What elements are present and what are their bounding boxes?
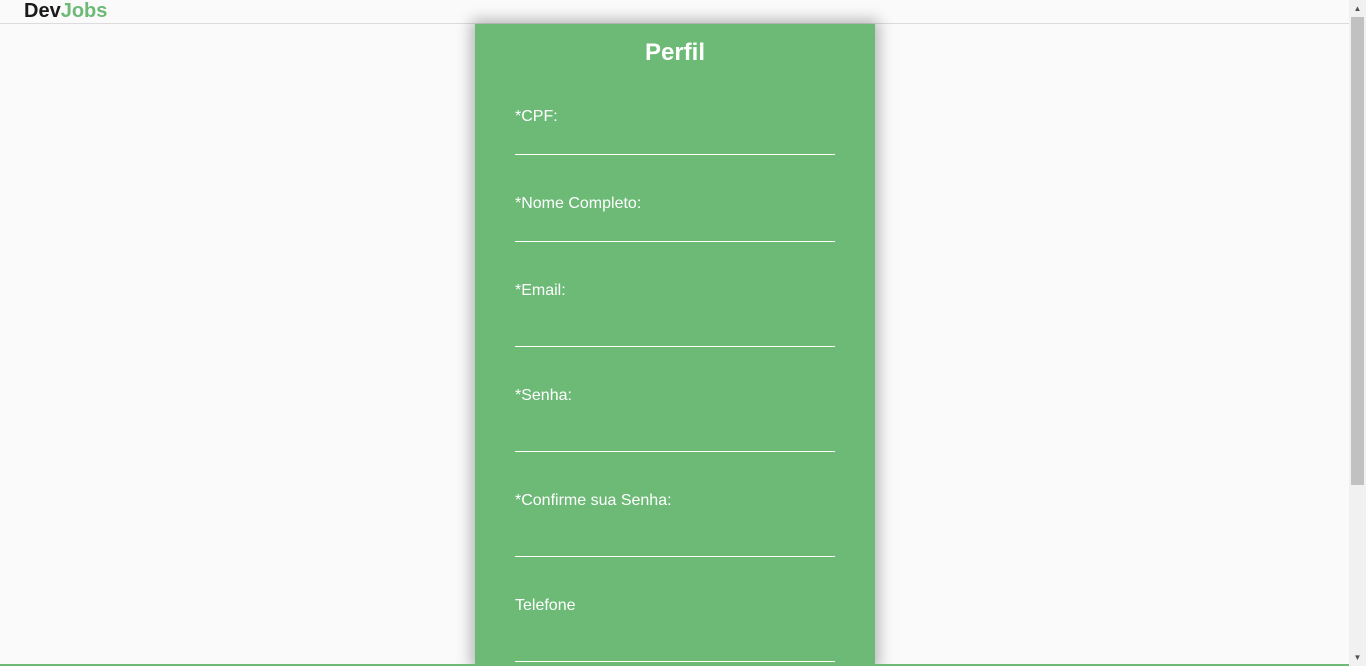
logo-jobs-text: Jobs <box>60 0 108 22</box>
cpf-input[interactable] <box>515 128 835 155</box>
confirm-password-input[interactable] <box>515 530 835 557</box>
scroll-down-icon[interactable]: ▼ <box>1349 649 1366 666</box>
logo-dev-text: Dev <box>24 0 61 22</box>
password-label: *Senha: <box>515 387 572 404</box>
logo[interactable]: DevJobs <box>24 0 107 23</box>
password-input[interactable] <box>515 425 835 452</box>
scrollbar-thumb[interactable] <box>1351 17 1364 485</box>
confirm-password-label: *Confirme sua Senha: <box>515 492 672 509</box>
email-label: *Email: <box>515 282 566 299</box>
vertical-scrollbar[interactable]: ▲ ▼ <box>1349 0 1366 666</box>
profile-form-panel: Perfil *CPF: *Nome Completo: *Email: *Se… <box>475 24 875 666</box>
full-name-label: *Nome Completo: <box>515 195 642 212</box>
email-input[interactable] <box>515 320 835 347</box>
phone-label: Telefone <box>515 597 576 614</box>
full-name-input[interactable] <box>515 215 835 242</box>
cpf-label: *CPF: <box>515 108 558 125</box>
phone-input[interactable] <box>515 635 835 662</box>
scroll-up-icon[interactable]: ▲ <box>1349 0 1366 17</box>
page-title: Perfil <box>644 39 706 66</box>
top-navbar: DevJobs <box>0 0 1349 24</box>
